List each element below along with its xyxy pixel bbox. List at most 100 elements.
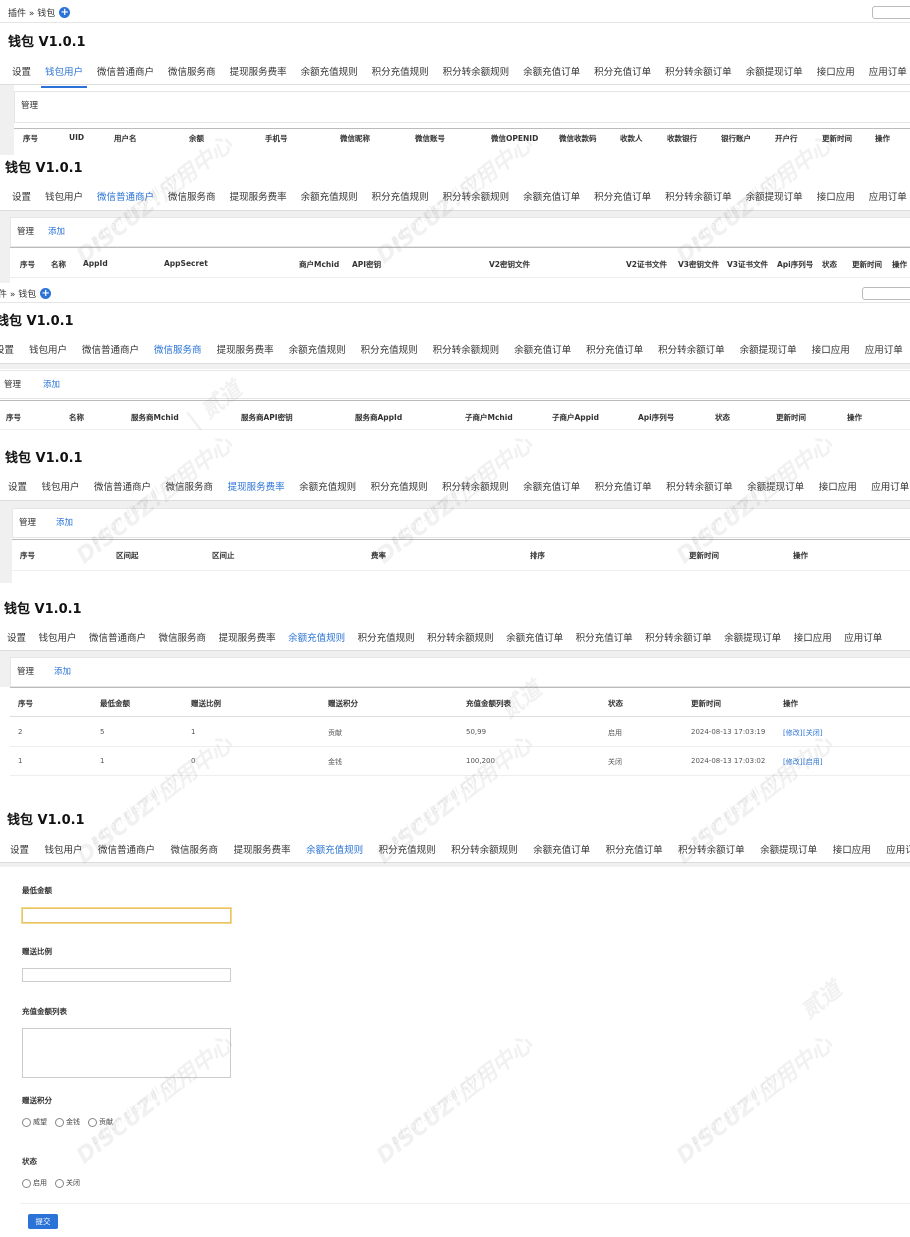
tab-balance-order[interactable]: 余额充值订单 xyxy=(523,479,580,493)
tab-app-order[interactable]: 应用订单 xyxy=(886,842,910,856)
tab-withdraw-order[interactable]: 余额提现订单 xyxy=(746,64,803,78)
tab-balance-rule[interactable]: 余额充值规则 xyxy=(299,479,356,493)
tab-settings[interactable]: 设置 xyxy=(12,189,31,203)
tab-withdraw-order[interactable]: 余额提现订单 xyxy=(747,479,804,493)
tab-app-order[interactable]: 应用订单 xyxy=(871,479,909,493)
breadcrumb-text[interactable]: 插件 » 钱包 xyxy=(8,6,55,19)
tab-balance-rule[interactable]: 余额充值规则 xyxy=(302,842,368,866)
radio-option[interactable]: 启用 xyxy=(22,1178,47,1188)
tab-wx-merchant[interactable]: 微信普通商户 xyxy=(93,189,159,213)
tab-points-to-balance-rule[interactable]: 积分转余额规则 xyxy=(443,64,510,78)
tab-points-to-balance-order[interactable]: 积分转余额订单 xyxy=(645,630,712,644)
tab-points-rule[interactable]: 积分充值规则 xyxy=(379,842,436,856)
radio-icon[interactable] xyxy=(88,1117,97,1127)
tab-points-to-balance-rule[interactable]: 积分转余额规则 xyxy=(427,630,494,644)
amounts-textarea[interactable] xyxy=(22,1028,231,1078)
tab-withdraw-order[interactable]: 余额提现订单 xyxy=(740,342,797,356)
tab-withdraw-fee[interactable]: 提现服务费率 xyxy=(230,189,287,203)
edit-link[interactable]: [修改] xyxy=(783,728,802,738)
tab-wx-service[interactable]: 微信服务商 xyxy=(166,479,214,493)
tab-balance-order[interactable]: 余额充值订单 xyxy=(523,189,580,203)
radio-option[interactable]: 金钱 xyxy=(55,1117,80,1127)
tab-app-order[interactable]: 应用订单 xyxy=(869,189,907,203)
edit-link[interactable]: [修改] xyxy=(783,757,802,767)
add-link[interactable]: 添加 xyxy=(48,225,65,237)
tab-wallet-users[interactable]: 钱包用户 xyxy=(29,342,67,356)
tab-points-rule[interactable]: 积分充值规则 xyxy=(361,342,418,356)
tab-points-order[interactable]: 积分充值订单 xyxy=(606,842,663,856)
tab-settings[interactable]: 设置 xyxy=(8,479,27,493)
ratio-input[interactable] xyxy=(22,968,231,982)
breadcrumb-text[interactable]: 件 » 钱包 xyxy=(0,287,36,300)
tab-settings[interactable]: 设置 xyxy=(0,342,14,356)
tab-api-app[interactable]: 接口应用 xyxy=(817,189,855,203)
tab-points-order[interactable]: 积分充值订单 xyxy=(586,342,643,356)
tab-balance-order[interactable]: 余额充值订单 xyxy=(523,64,580,78)
submit-button[interactable]: 提交 xyxy=(28,1214,58,1229)
add-plus-icon[interactable]: + xyxy=(59,7,71,18)
add-link[interactable]: 添加 xyxy=(56,516,73,528)
radio-option[interactable]: 威望 xyxy=(22,1117,47,1127)
add-plus-icon[interactable]: + xyxy=(40,288,52,299)
tab-withdraw-order[interactable]: 余额提现订单 xyxy=(760,842,817,856)
tab-wx-merchant[interactable]: 微信普通商户 xyxy=(98,842,155,856)
tab-points-to-balance-order[interactable]: 积分转余额订单 xyxy=(678,842,745,856)
tab-withdraw-fee[interactable]: 提现服务费率 xyxy=(230,64,287,78)
radio-icon[interactable] xyxy=(22,1178,31,1188)
tab-api-app[interactable]: 接口应用 xyxy=(794,630,832,644)
tab-wallet-users[interactable]: 钱包用户 xyxy=(45,842,83,856)
tab-api-app[interactable]: 接口应用 xyxy=(833,842,871,856)
radio-icon[interactable] xyxy=(55,1178,64,1188)
tab-points-order[interactable]: 积分充值订单 xyxy=(595,479,652,493)
tab-balance-order[interactable]: 余额充值订单 xyxy=(533,842,590,856)
min-amount-input[interactable] xyxy=(22,908,231,923)
tab-wallet-users[interactable]: 钱包用户 xyxy=(42,479,80,493)
radio-option[interactable]: 贡献 xyxy=(88,1117,113,1127)
tab-app-order[interactable]: 应用订单 xyxy=(865,342,903,356)
tab-withdraw-fee[interactable]: 提现服务费率 xyxy=(219,630,276,644)
tab-wx-service[interactable]: 微信服务商 xyxy=(159,630,207,644)
tab-withdraw-order[interactable]: 余额提现订单 xyxy=(724,630,781,644)
tab-api-app[interactable]: 接口应用 xyxy=(812,342,850,356)
tab-wallet-users[interactable]: 钱包用户 xyxy=(41,64,88,88)
tab-balance-order[interactable]: 余额充值订单 xyxy=(514,342,571,356)
tab-withdraw-fee[interactable]: 提现服务费率 xyxy=(234,842,291,856)
search-input[interactable] xyxy=(872,6,910,19)
tab-points-to-balance-order[interactable]: 积分转余额订单 xyxy=(665,64,732,78)
tab-balance-rule[interactable]: 余额充值规则 xyxy=(284,630,350,654)
tab-points-rule[interactable]: 积分充值规则 xyxy=(372,189,429,203)
add-link[interactable]: 添加 xyxy=(54,665,71,677)
search-input[interactable] xyxy=(862,287,910,300)
tab-balance-rule[interactable]: 余额充值规则 xyxy=(289,342,346,356)
tab-points-to-balance-order[interactable]: 积分转余额订单 xyxy=(666,479,733,493)
tab-wx-service[interactable]: 微信服务商 xyxy=(168,189,216,203)
tab-balance-order[interactable]: 余额充值订单 xyxy=(506,630,563,644)
tab-points-order[interactable]: 积分充值订单 xyxy=(576,630,633,644)
tab-wx-merchant[interactable]: 微信普通商户 xyxy=(89,630,146,644)
tab-wx-service[interactable]: 微信服务商 xyxy=(168,64,216,78)
tab-withdraw-order[interactable]: 余额提现订单 xyxy=(746,189,803,203)
tab-points-rule[interactable]: 积分充值规则 xyxy=(371,479,428,493)
tab-settings[interactable]: 设置 xyxy=(7,630,26,644)
tab-points-to-balance-rule[interactable]: 积分转余额规则 xyxy=(433,342,500,356)
tab-points-to-balance-order[interactable]: 积分转余额订单 xyxy=(658,342,725,356)
tab-points-order[interactable]: 积分充值订单 xyxy=(594,189,651,203)
tab-wx-service[interactable]: 微信服务商 xyxy=(171,842,219,856)
toggle-link[interactable]: [关闭] xyxy=(803,728,822,738)
radio-option[interactable]: 关闭 xyxy=(55,1178,80,1188)
tab-wx-merchant[interactable]: 微信普通商户 xyxy=(97,64,154,78)
tab-balance-rule[interactable]: 余额充值规则 xyxy=(301,189,358,203)
tab-points-order[interactable]: 积分充值订单 xyxy=(594,64,651,78)
radio-icon[interactable] xyxy=(22,1117,31,1127)
tab-wx-merchant[interactable]: 微信普通商户 xyxy=(94,479,151,493)
tab-wallet-users[interactable]: 钱包用户 xyxy=(45,189,83,203)
tab-points-to-balance-rule[interactable]: 积分转余额规则 xyxy=(442,479,509,493)
tab-api-app[interactable]: 接口应用 xyxy=(817,64,855,78)
tab-wx-merchant[interactable]: 微信普通商户 xyxy=(82,342,139,356)
tab-wallet-users[interactable]: 钱包用户 xyxy=(39,630,77,644)
tab-wx-service[interactable]: 微信服务商 xyxy=(150,342,206,366)
tab-settings[interactable]: 设置 xyxy=(12,64,31,78)
toggle-link[interactable]: [启用] xyxy=(803,757,822,767)
tab-withdraw-fee[interactable]: 提现服务费率 xyxy=(223,479,289,503)
tab-points-to-balance-rule[interactable]: 积分转余额规则 xyxy=(451,842,518,856)
